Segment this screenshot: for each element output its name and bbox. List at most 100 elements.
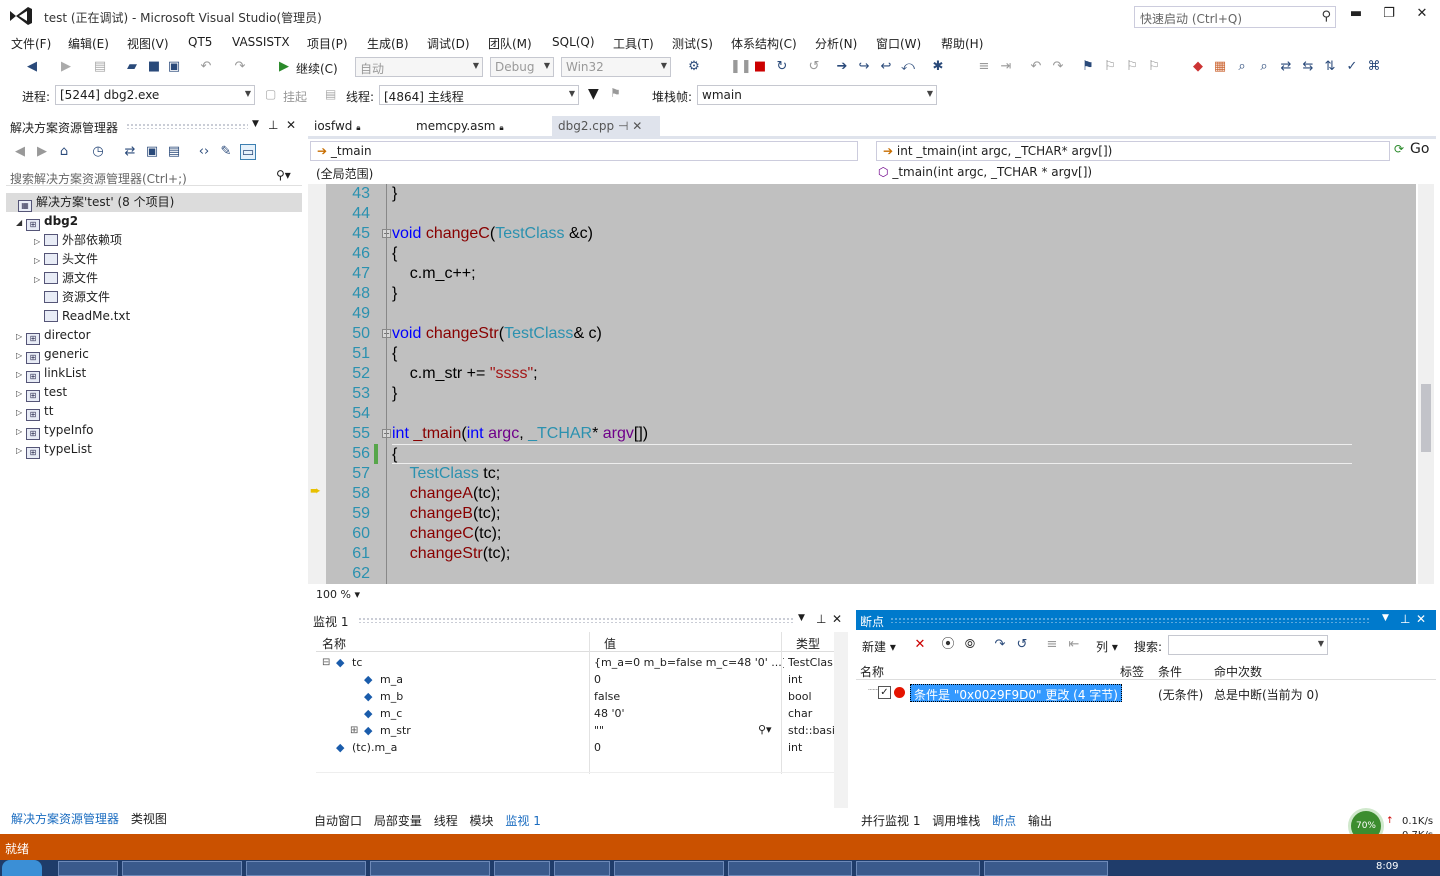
tool-e-icon[interactable]: ⇄ (1278, 59, 1294, 75)
bp-col-hit[interactable]: 命中次数 (1214, 663, 1262, 680)
delete-all-icon[interactable]: ⦿ (940, 637, 956, 653)
tree-item[interactable]: ◢ ⊞ dbg2 (6, 212, 78, 231)
close-button[interactable]: ✕ (1410, 6, 1434, 26)
indent-icon[interactable]: ⇥ (998, 59, 1014, 75)
collapsed-arrow-icon[interactable]: ▷ (16, 365, 26, 384)
collapse-all-icon[interactable]: ▣ (144, 144, 160, 160)
watch-row[interactable]: ⊟ ◆ tc {m_a=0 m_b=false m_c=48 '0' ...} Test… (316, 654, 834, 671)
clear-bookmark-icon[interactable]: ⚐ (1146, 59, 1162, 75)
tree-item[interactable]: ▷ 源文件 (6, 269, 98, 288)
zoom-combo[interactable]: 100 % ▾ (310, 586, 368, 606)
bp-col-cond[interactable]: 条件 (1158, 663, 1182, 680)
flag-icon[interactable]: ⚑ (610, 86, 621, 100)
tab-iosfwd[interactable]: iosfwd 🔒︎ (308, 116, 366, 136)
tab-threads[interactable]: 线程 (434, 814, 458, 828)
platform-combo[interactable]: Win32 ▼ (561, 57, 671, 77)
tool-d-icon[interactable]: ⌕ (1256, 59, 1272, 75)
preview-icon[interactable]: ▭ (240, 144, 256, 160)
bp-col-name[interactable]: 名称 (860, 663, 884, 680)
tree-item[interactable]: ▷ ⊞ director (6, 326, 91, 345)
start-button[interactable] (2, 860, 42, 876)
bp-search-input[interactable]: ▼ (1168, 635, 1328, 655)
menu-team[interactable]: 团队(M) (488, 35, 532, 52)
tree-item[interactable]: ▷ ⊞ tt (6, 402, 53, 421)
tab-dbg2cpp[interactable]: dbg2.cpp ⊣ ✕ (552, 116, 660, 136)
taskbar-app-3[interactable] (554, 861, 610, 876)
indicator-margin[interactable] (308, 184, 326, 584)
watch-row[interactable]: ◆ m_b false bool (316, 688, 834, 705)
suspend-label[interactable]: 挂起 (283, 88, 307, 105)
breakpoint-row[interactable]: ┈┈ ✓ 条件是 "0x0029F9D0" 更改 (4 字节) (无条件) 总是… (856, 684, 1436, 702)
collapsed-arrow-icon[interactable]: ▷ (34, 251, 44, 270)
pin-icon[interactable]: ⊣ (618, 119, 628, 133)
tree-item[interactable]: 资源文件 (6, 288, 110, 307)
show-all-icon[interactable]: ▤ (166, 144, 182, 160)
menu-build[interactable]: 生成(B) (367, 35, 409, 52)
tab-output[interactable]: 输出 (1028, 814, 1052, 828)
suspend-icon[interactable]: ▢ (265, 87, 276, 101)
step-back-icon[interactable]: ⤺ (900, 59, 916, 75)
watch-row[interactable]: ◆ (tc).m_a 0 int (316, 739, 834, 756)
menu-qt5[interactable]: QT5 (188, 35, 212, 49)
next-bookmark-icon[interactable]: ⚐ (1124, 59, 1140, 75)
open-file-icon[interactable]: ▰ (124, 59, 140, 75)
taskbar-vs-1[interactable] (246, 861, 366, 876)
home-icon[interactable]: ⌂ (56, 144, 72, 160)
menu-tools[interactable]: 工具(T) (613, 35, 654, 52)
scroll-thumb[interactable] (1421, 384, 1431, 452)
expand-toggle-icon[interactable]: ⊞ (350, 722, 358, 739)
code-line[interactable]: TestClass tc; (392, 464, 501, 484)
code-line[interactable]: { (392, 244, 397, 264)
process-combo[interactable]: [5244] dbg2.exe ▼ (55, 85, 255, 105)
taskbar-app-1[interactable] (122, 861, 242, 876)
tab-memcpy[interactable]: memcpy.asm 🔒︎ (410, 116, 510, 136)
tree-item[interactable]: ▷ 头文件 (6, 250, 98, 269)
scope-right-combo[interactable]: ⬡ _tmain(int argc, _TCHAR * argv[]) (872, 163, 1432, 183)
tree-item[interactable]: ▷ ⊞ linkList (6, 364, 86, 383)
restart-icon[interactable]: ↻ (774, 59, 790, 75)
code-line[interactable]: c.m_str += "ssss"; (392, 364, 538, 384)
delete-icon[interactable]: ✕ (912, 637, 928, 653)
bp-col-tag[interactable]: 标签 (1120, 663, 1144, 680)
collapsed-arrow-icon[interactable]: ▷ (16, 441, 26, 460)
expand-toggle-icon[interactable]: ⊟ (322, 654, 330, 671)
tree-solution-root[interactable]: ▦ 解决方案'test' (8 个项目) (6, 193, 302, 212)
menu-window[interactable]: 窗口(W) (876, 35, 921, 52)
pause-icon[interactable]: ❚❚ (730, 59, 752, 75)
stop-icon[interactable]: ■ (752, 59, 768, 75)
watch-scrollbar[interactable] (834, 632, 848, 808)
tree-item[interactable]: ▷ ⊞ typeInfo (6, 421, 94, 440)
tab-modules[interactable]: 模块 (470, 814, 494, 828)
tool-b-icon[interactable]: ▦ (1212, 59, 1228, 75)
taskbar-app-6[interactable] (856, 861, 980, 876)
code-line[interactable]: { (392, 344, 397, 364)
collapsed-arrow-icon[interactable]: ▷ (16, 403, 26, 422)
code-line[interactable]: changeStr(tc); (392, 544, 510, 564)
code-line[interactable]: changeA(tc); (392, 484, 501, 504)
tab-breakpoints[interactable]: 断点 (992, 814, 1016, 828)
taskbar-explorer[interactable] (58, 861, 118, 876)
code-line[interactable]: changeB(tc); (392, 504, 501, 524)
minimize-button[interactable]: ▬ (1344, 6, 1368, 26)
tree-item[interactable]: ▷ ⊞ typeList (6, 440, 92, 459)
tool-c-icon[interactable]: ⌕ (1234, 59, 1250, 75)
pin-icon[interactable]: ⊥ (816, 612, 826, 626)
menu-debug[interactable]: 调试(D) (427, 35, 470, 52)
menu-project[interactable]: 项目(P) (307, 35, 348, 52)
panel-close-icon[interactable]: ✕ (286, 118, 296, 132)
tree-item[interactable]: ReadMe.txt (6, 307, 130, 326)
menu-view[interactable]: 视图(V) (127, 35, 169, 52)
menu-architecture[interactable]: 体系结构(C) (731, 35, 797, 52)
tool-h-icon[interactable]: ✓ (1344, 59, 1360, 75)
collapsed-arrow-icon[interactable]: ▷ (34, 232, 44, 251)
panel-dropdown-icon[interactable]: ▼ (798, 613, 805, 623)
tab-class-view[interactable]: 类视图 (131, 812, 167, 826)
collapsed-arrow-icon[interactable]: ▷ (16, 422, 26, 441)
show-next-icon[interactable]: ↺ (806, 59, 822, 75)
step-into-icon[interactable]: ➔ (834, 59, 850, 75)
watch-row[interactable]: ⊞ ◆ m_str "" std::basi (316, 722, 834, 739)
undo-icon[interactable]: ↶ (198, 59, 214, 75)
align-icon[interactable]: ≡ (976, 59, 992, 75)
collapsed-arrow-icon[interactable]: ▷ (16, 384, 26, 403)
panel-dropdown-icon[interactable]: ▼ (252, 119, 259, 129)
